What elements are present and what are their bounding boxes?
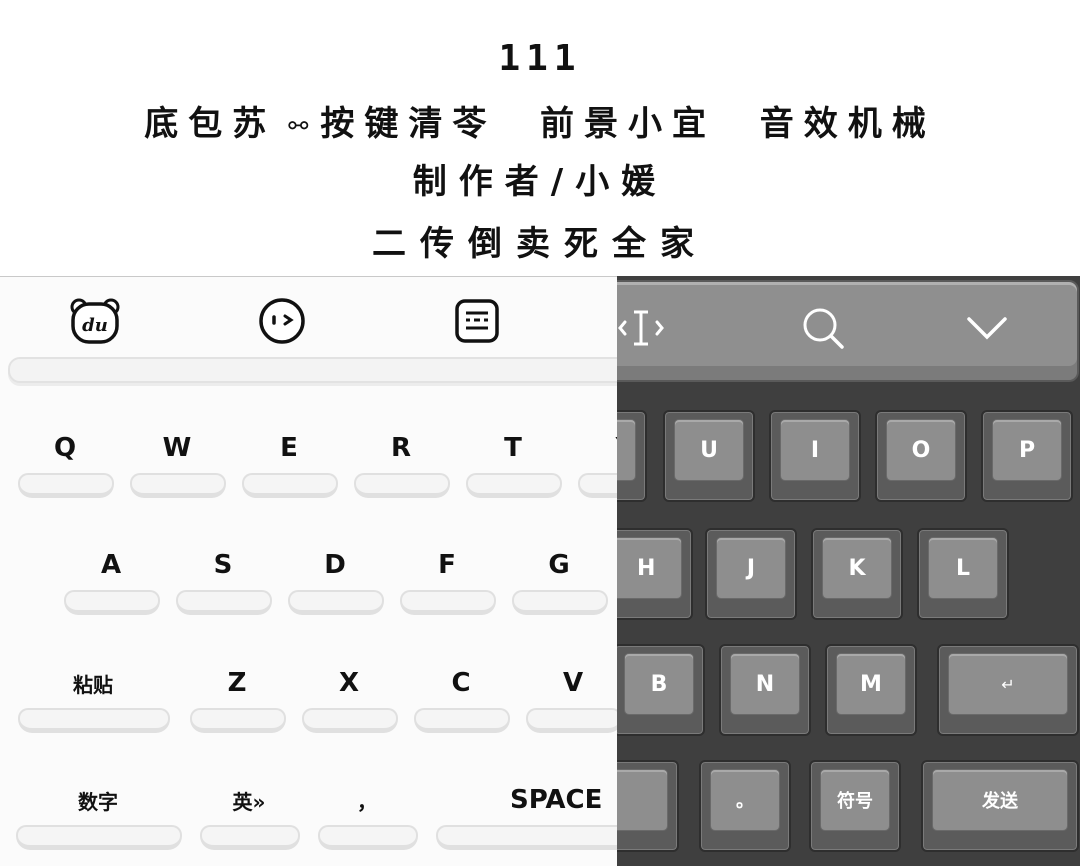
key-base [526, 708, 617, 733]
key-base [18, 708, 170, 733]
chevron-down-icon[interactable] [963, 304, 1011, 352]
caption-part-sound: 音效机械 [759, 104, 936, 144]
key-e[interactable]: E [244, 425, 334, 471]
key-z[interactable]: Z [192, 660, 282, 706]
keyboard-menu-icon[interactable] [452, 297, 502, 345]
keyboard-dark-half: U I O P H J K L B N M ↵ 。 符号 发送 [617, 276, 1080, 866]
search-icon[interactable] [799, 304, 847, 352]
key-send[interactable]: 发送 [921, 760, 1079, 852]
key-base [302, 708, 398, 733]
emoji-face-icon[interactable] [257, 297, 307, 345]
key-base [64, 590, 160, 615]
key-t[interactable]: T [468, 425, 558, 471]
key-s[interactable]: S [178, 542, 268, 588]
key-base [242, 473, 338, 498]
caption-warning: 二传倒卖死全家 [372, 224, 708, 264]
keyboard: du Q W E R T A S D F G 粘贴 Z X C V 数字 英» … [0, 276, 1080, 866]
key-u[interactable]: U [663, 410, 755, 502]
key-base [190, 708, 286, 733]
key-n[interactable]: N [719, 644, 811, 736]
key-c[interactable]: C [416, 660, 506, 706]
caption-number: 111 [498, 38, 582, 79]
key-y-dark[interactable] [617, 410, 647, 502]
key-base [414, 708, 510, 733]
key-base [200, 825, 300, 850]
bone-icon: ⚯ [288, 111, 309, 140]
key-d[interactable]: D [290, 542, 380, 588]
key-base [318, 825, 418, 850]
du-label: du [82, 315, 108, 336]
key-base [578, 473, 617, 498]
caption-author: 制作者/小媛 [412, 162, 668, 202]
caption-part-keys: 按键清苓 [320, 104, 497, 144]
cursor-move-icon[interactable] [617, 304, 665, 352]
key-numbers[interactable]: 数字 [18, 777, 178, 823]
caption-part-foreground: 前景小宜 [540, 104, 717, 144]
key-g[interactable]: G [514, 542, 604, 588]
key-base [354, 473, 450, 498]
caption-credits-line: 底包苏 ⚯ 按键清苓 前景小宜 音效机械 [0, 96, 1080, 145]
key-j[interactable]: J [705, 528, 797, 620]
key-b[interactable]: B [617, 644, 705, 736]
key-base [466, 473, 562, 498]
key-m[interactable]: M [825, 644, 917, 736]
key-l[interactable]: L [917, 528, 1009, 620]
key-w[interactable]: W [132, 425, 222, 471]
keyboard-light-half: du Q W E R T A S D F G 粘贴 Z X C V 数字 英» … [0, 276, 617, 866]
key-base [130, 473, 226, 498]
key-f[interactable]: F [402, 542, 492, 588]
key-paste[interactable]: 粘贴 [18, 660, 168, 706]
key-base [436, 825, 617, 850]
key-base [176, 590, 272, 615]
key-base [288, 590, 384, 615]
key-y[interactable]: Y [580, 425, 617, 471]
key-p[interactable]: P [981, 410, 1073, 502]
key-space[interactable]: SPACE [438, 777, 617, 823]
key-base [18, 473, 114, 498]
key-v[interactable]: V [528, 660, 617, 706]
key-symbols[interactable]: 符号 [809, 760, 901, 852]
key-period[interactable]: 。 [699, 760, 791, 852]
key-english-switch[interactable]: 英» [202, 777, 296, 823]
key-x[interactable]: X [304, 660, 394, 706]
toolbar-divider [8, 357, 617, 383]
key-k[interactable]: K [811, 528, 903, 620]
key-base [512, 590, 608, 615]
key-o[interactable]: O [875, 410, 967, 502]
key-comma[interactable]: ， [320, 777, 414, 823]
key-a[interactable]: A [66, 542, 156, 588]
key-base [16, 825, 182, 850]
key-enter[interactable]: ↵ [937, 644, 1079, 736]
key-base [400, 590, 496, 615]
caption-part-base: 底包苏 [144, 104, 277, 144]
key-q[interactable]: Q [20, 425, 110, 471]
key-i[interactable]: I [769, 410, 861, 502]
key-h[interactable]: H [617, 528, 693, 620]
du-bear-icon[interactable]: du [70, 297, 120, 345]
key-partial-dark[interactable] [617, 760, 679, 852]
key-r[interactable]: R [356, 425, 446, 471]
